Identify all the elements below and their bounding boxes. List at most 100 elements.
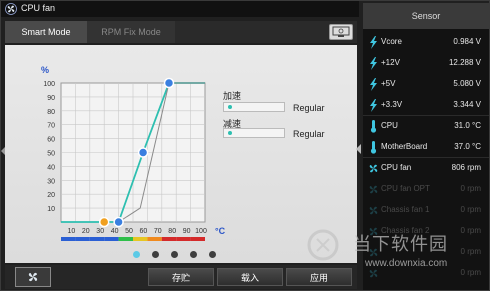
watermark-url: www.downxia.com [365,258,448,269]
page-indicator [133,251,223,259]
title-bar: CPU fan [1,1,359,17]
y-tick-label: 80 [47,109,55,116]
lightning-icon [370,99,377,112]
sensor-value: 806 rpm [451,163,481,172]
sensor-row: Vcore 0.984 V [363,31,489,53]
y-tick-label: 30 [47,178,55,185]
sensor-name: CPU fan [381,163,412,172]
sensor-value: 0 rpm [460,184,481,193]
sensor-value: 0.984 V [453,37,481,46]
temp-zone-segment [75,237,90,241]
temp-zone-segment [147,237,162,241]
y-tick-label: 60 [47,137,55,144]
lightning-icon [370,78,377,91]
window-title: CPU fan [21,3,56,13]
curve-control-point[interactable] [163,77,175,89]
sensor-value: 37.0 °C [454,142,481,151]
speed-down-value: Regular [293,129,325,139]
speed-up-knob[interactable] [228,105,232,109]
speed-up-label: 加速 [223,91,242,101]
x-tick-label: 40 [111,228,119,235]
y-tick-label: 90 [47,95,55,102]
speed-up-value: Regular [293,103,325,113]
x-tick-label: 70 [154,228,162,235]
sensor-row: CPU fan 806 rpm [363,157,489,179]
temp-zone-segment [89,237,105,241]
sensor-value: 5.080 V [453,79,481,88]
fan-icon [369,206,378,215]
sensor-value: 31.0 °C [454,121,481,130]
x-tick-label: 90 [183,228,191,235]
x-tick-label: 80 [168,228,176,235]
x-tick-label: 10 [68,228,76,235]
fan-logo-icon [5,3,17,15]
sensor-row: Chassis fan 1 0 rpm [363,199,489,221]
speed-down-slider[interactable] [223,128,285,138]
sensor-name: Chassis fan 1 [381,205,430,214]
sensor-row: +5V 5.080 V [363,73,489,95]
page-dot[interactable] [190,251,197,258]
sensor-row: CPU fan OPT 0 rpm [363,178,489,200]
lightning-icon [370,57,377,70]
sensor-row: +12V 12.288 V [363,52,489,74]
sensor-row: MotherBoard 37.0 °C [363,136,489,158]
sensor-name: CPU fan OPT [381,184,430,193]
y-tick-label: 20 [47,192,55,199]
x-tick-label: 100 [195,228,207,235]
cpu-fan-window: CPU fan Smart Mode RPM Fix Mode % 100 90 80… [0,0,490,291]
fan-button[interactable] [15,267,51,287]
sensor-row: CPU 31.0 °C [363,115,489,137]
fan-icon [369,185,378,194]
temp-zone-segment [61,237,76,241]
sensor-name: Vcore [381,37,402,46]
tab-rpm-fix-mode[interactable]: RPM Fix Mode [87,21,175,43]
sensor-name: +12V [381,58,400,67]
temp-zone-segment [133,237,148,241]
y-tick-label: 50 [47,151,55,158]
x-axis-unit: °C [215,226,226,236]
y-axis-unit: % [41,65,49,75]
monitor-button[interactable] [329,24,353,40]
fan-icon [369,164,378,173]
thermometer-icon [370,141,377,154]
save-button[interactable]: 存贮 [148,268,214,286]
temp-zone-segment [161,237,177,241]
sensor-value: 3.344 V [453,100,481,109]
x-tick-label: 20 [82,228,90,235]
lightning-icon [370,36,377,49]
page-dot[interactable] [171,251,178,258]
y-tick-label: 100 [43,81,55,88]
temp-zone-segment [190,237,205,241]
temp-zone-segment [118,237,133,241]
fan-icon [28,272,38,282]
page-dot[interactable] [209,251,216,258]
y-tick-label: 70 [47,123,55,130]
watermark-text: 当下软件园 [353,234,448,255]
temp-zone-segment [104,237,119,241]
load-button[interactable]: 载入 [217,268,283,286]
sensor-value: 0 rpm [460,205,481,214]
x-tick-label: 60 [140,228,148,235]
x-tick-label: 50 [125,228,133,235]
y-tick-label: 10 [47,206,55,213]
curve-control-point[interactable] [113,216,124,228]
sensor-name: +5V [381,79,396,88]
speed-down-knob[interactable] [228,131,232,135]
collapse-sensor-icon[interactable] [356,144,361,154]
y-tick-label: 40 [47,164,55,171]
curve-control-point[interactable] [98,216,110,228]
page-dot[interactable] [152,251,159,258]
sensor-value: 12.288 V [448,58,481,67]
page-dot[interactable] [133,251,140,258]
sensor-row: +3.3V 3.344 V [363,94,489,116]
temp-zone-segment [176,237,191,241]
curve-control-point[interactable] [137,147,149,158]
sensor-name: +3.3V [381,100,403,109]
sensor-title: Sensor [363,3,489,29]
sensor-name: MotherBoard [381,142,428,151]
x-tick-label: 30 [96,228,104,235]
thermometer-icon [370,120,377,133]
sensor-name: CPU [381,121,398,130]
speed-up-slider[interactable] [223,102,285,112]
tab-smart-mode[interactable]: Smart Mode [5,21,87,43]
